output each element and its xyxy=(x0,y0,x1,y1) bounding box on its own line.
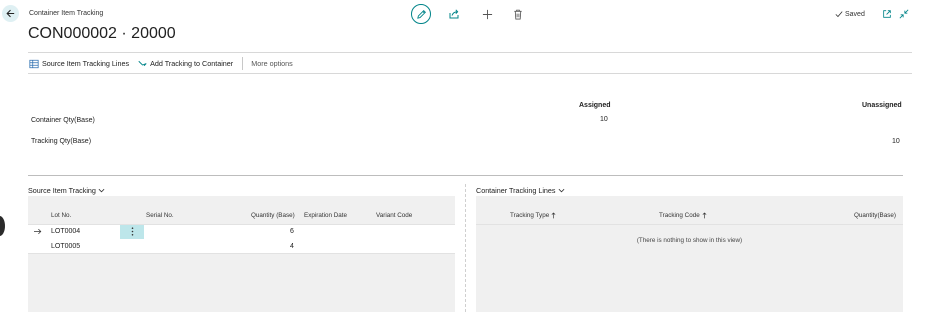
header-divider xyxy=(28,52,912,53)
col-expiration-date[interactable]: Expiration Date xyxy=(304,212,347,219)
checkmark-icon xyxy=(835,11,843,18)
lot-no-cell[interactable]: LOT0005 xyxy=(51,243,80,250)
header-divider xyxy=(476,224,903,225)
container-tracking-lines-title-text: Container Tracking Lines xyxy=(476,186,556,195)
source-item-tracking-lines-button[interactable]: Source Item Tracking Lines xyxy=(29,59,129,69)
row-divider xyxy=(28,224,455,225)
plus-icon xyxy=(482,9,492,19)
new-button[interactable] xyxy=(480,7,494,21)
source-item-tracking-title-text: Source Item Tracking xyxy=(28,186,96,195)
arrow-into-icon xyxy=(138,60,147,67)
quantity-cell[interactable]: 6 xyxy=(290,228,294,235)
share-icon xyxy=(449,9,459,19)
trash-icon xyxy=(514,9,522,19)
assigned-header: Assigned xyxy=(579,102,611,109)
edit-button[interactable] xyxy=(411,4,431,24)
col-lot-no[interactable]: Lot No. xyxy=(51,212,71,219)
back-button[interactable] xyxy=(2,5,19,22)
col-tracking-code-label: Tracking Code xyxy=(659,212,700,219)
action-bar: Source Item Tracking Lines Add Tracking … xyxy=(29,57,302,70)
part-splitter[interactable] xyxy=(465,184,466,312)
more-options-label: More options xyxy=(251,59,293,68)
section-divider xyxy=(28,175,903,176)
row-divider xyxy=(28,253,455,254)
open-in-new-window-icon xyxy=(883,10,891,18)
col-quantity-base[interactable]: Quantity(Base) xyxy=(854,212,896,219)
col-tracking-type-label: Tracking Type xyxy=(510,212,550,219)
saved-status: Saved xyxy=(835,10,865,18)
col-serial-no[interactable]: Serial No. xyxy=(146,212,174,219)
open-new-window-button[interactable] xyxy=(880,7,894,21)
col-tracking-type[interactable]: Tracking Type xyxy=(510,212,556,219)
empty-list-message: (There is nothing to show in this view) xyxy=(636,237,743,244)
lines-icon xyxy=(29,59,39,68)
vertical-ellipsis-icon xyxy=(131,227,133,236)
collapse-icon xyxy=(899,9,909,19)
row-actions-button[interactable] xyxy=(120,224,144,239)
action-separator xyxy=(242,57,244,70)
source-item-tracking-lines-label: Source Item Tracking Lines xyxy=(42,59,130,68)
share-button[interactable] xyxy=(447,7,461,21)
table-row[interactable]: LOT0004 6 xyxy=(28,224,455,239)
col-quantity-base[interactable]: Quantity (Base) xyxy=(251,212,295,219)
col-variant-code[interactable]: Variant Code xyxy=(376,212,412,219)
tracking-qty-label: Tracking Qty(Base) xyxy=(31,138,92,145)
pencil-icon xyxy=(416,9,426,19)
source-item-tracking-title[interactable]: Source Item Tracking xyxy=(28,186,105,195)
sort-ascending-icon xyxy=(702,212,707,219)
chevron-down-icon xyxy=(98,188,105,193)
tracking-qty-unassigned: 10 xyxy=(892,138,900,145)
container-qty-assigned: 10 xyxy=(600,116,608,123)
action-bar-divider xyxy=(28,73,912,74)
quantity-cell[interactable]: 4 xyxy=(290,243,294,250)
add-tracking-to-container-label: Add Tracking to Container xyxy=(150,59,234,68)
arrow-left-icon xyxy=(6,9,15,18)
page-title: CON000002 · 20000 xyxy=(28,25,176,42)
unassigned-header: Unassigned xyxy=(862,102,902,109)
container-tracking-lines-title[interactable]: Container Tracking Lines xyxy=(476,186,565,195)
collapse-button[interactable] xyxy=(897,7,911,21)
saved-label: Saved xyxy=(845,10,865,18)
sort-ascending-icon xyxy=(551,212,556,219)
side-panel-toggle[interactable] xyxy=(0,216,5,236)
container-qty-label: Container Qty(Base) xyxy=(31,117,95,124)
chevron-down-icon xyxy=(558,188,564,193)
add-tracking-to-container-button[interactable]: Add Tracking to Container xyxy=(138,59,233,68)
lot-no-cell[interactable]: LOT0004 xyxy=(51,228,80,235)
delete-button[interactable] xyxy=(511,7,525,21)
arrow-right-icon xyxy=(34,228,42,235)
table-row[interactable]: LOT0005 4 xyxy=(28,239,455,253)
col-tracking-code[interactable]: Tracking Code xyxy=(659,212,707,219)
more-options-button[interactable]: More options xyxy=(251,59,293,68)
page-caption: Container Item Tracking xyxy=(29,10,104,17)
